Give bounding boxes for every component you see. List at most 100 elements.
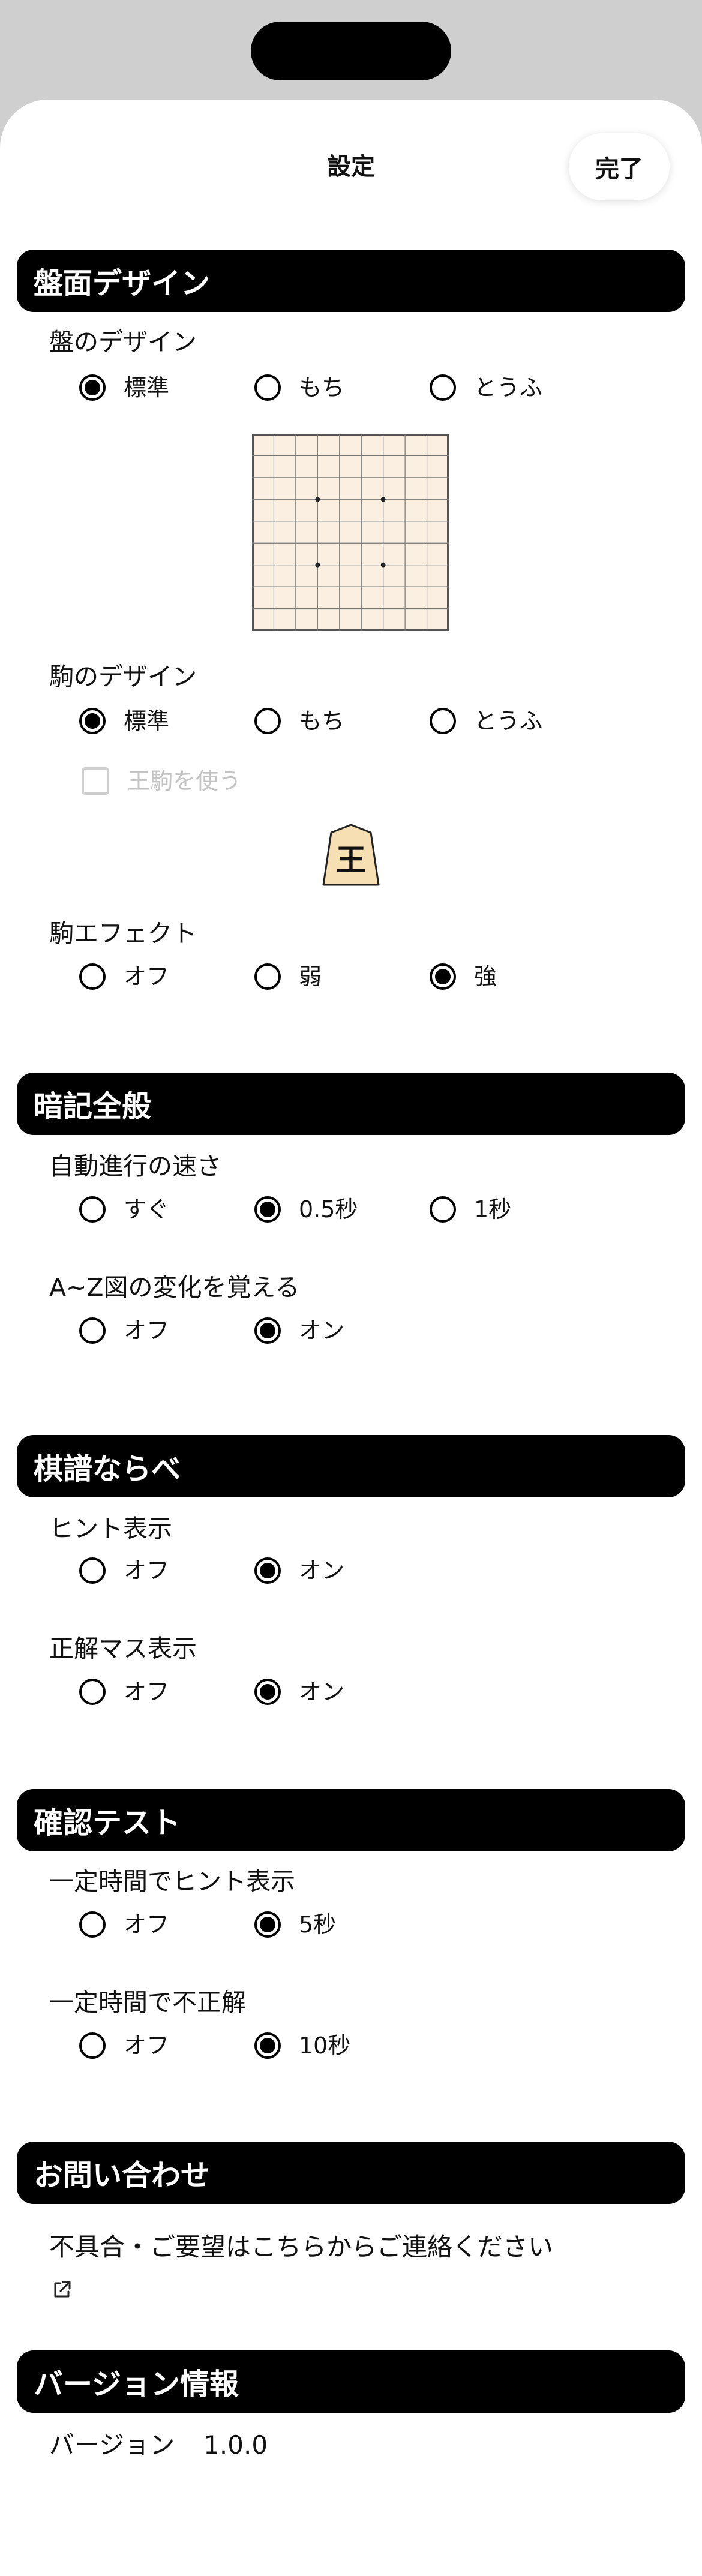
radio-label: 標準 [124,374,170,401]
radio-label: 10秒 [299,2032,351,2059]
section-header-contact: お問い合わせ [17,2142,685,2204]
radio-board-mochi[interactable]: もち [254,370,344,406]
checkbox-box [82,767,109,795]
radio-label: 5秒 [299,1911,337,1938]
radio-timed-wrong-10s[interactable]: 10秒 [254,2028,350,2064]
radio-piece-mochi[interactable]: もち [254,703,344,739]
radio-timed-wrong-off[interactable]: オフ [79,2028,169,2064]
radio-indicator [254,1679,281,1705]
radio-indicator [254,1911,281,1938]
radio-indicator [79,374,106,401]
radio-label: オフ [124,1557,170,1584]
radio-indicator [79,1557,106,1584]
board-design-label: 盤のデザイン [49,328,197,356]
done-button[interactable]: 完了 [569,133,670,200]
radio-label: すぐ [124,1196,170,1223]
section-header-memorize: 暗記全般 [17,1073,685,1135]
radio-variation-off[interactable]: オフ [79,1313,169,1349]
radio-hint-on[interactable]: オン [254,1553,344,1589]
contact-link[interactable]: 不具合・ご要望はこちらからご連絡ください [49,2229,553,2265]
radio-indicator [430,708,456,734]
radio-indicator [79,708,106,734]
hint-display-label: ヒント表示 [49,1514,172,1543]
piece-preview: 王 [322,824,380,886]
board-star-point [315,562,320,568]
radio-indicator [79,1317,106,1344]
radio-indicator [430,963,456,990]
radio-indicator [430,1196,456,1223]
radio-label: オン [299,1679,345,1705]
radio-label: 0.5秒 [299,1196,358,1223]
radio-label: とうふ [474,708,543,734]
radio-indicator [254,1557,281,1584]
radio-label: オン [299,1557,345,1584]
radio-answer-off[interactable]: オフ [79,1674,169,1710]
radio-indicator [79,1911,106,1938]
answer-square-label: 正解マス表示 [49,1634,197,1663]
radio-speed-instant[interactable]: すぐ [79,1191,169,1227]
checkbox-label: 王駒を使う [127,768,242,794]
piece-effect-label: 駒エフェクト [49,919,197,948]
radio-label: 強 [474,963,497,990]
board-star-point [315,497,320,502]
radio-label: とうふ [474,374,543,401]
radio-label: もち [299,708,345,734]
external-link-icon[interactable] [52,2280,72,2300]
section-header-version: バージョン情報 [17,2350,685,2413]
piece-design-label: 駒のデザイン [49,662,197,691]
radio-speed-one-second[interactable]: 1秒 [430,1191,511,1227]
dynamic-island [251,22,451,80]
radio-piece-tofu[interactable]: とうふ [430,703,542,739]
radio-indicator [254,963,281,990]
board-star-point [380,497,386,502]
radio-label: 標準 [124,708,170,734]
radio-board-standard[interactable]: 標準 [79,370,169,406]
radio-hint-off[interactable]: オフ [79,1553,169,1589]
radio-indicator [254,374,281,401]
radio-indicator [79,2032,106,2059]
section-header-board-design: 盤面デザイン [17,250,685,312]
version-row: バージョン 1.0.0 [49,2427,268,2463]
radio-label: 1秒 [474,1196,512,1223]
radio-indicator [254,2032,281,2059]
timed-hint-label: 一定時間でヒント表示 [49,1867,295,1896]
radio-effect-weak[interactable]: 弱 [254,959,322,995]
radio-effect-strong[interactable]: 強 [430,959,497,995]
board-preview [252,434,449,631]
radio-effect-off[interactable]: オフ [79,959,169,995]
radio-label: オン [299,1317,345,1344]
radio-indicator [430,374,456,401]
radio-label: オフ [124,1679,170,1705]
radio-label: オフ [124,963,170,990]
radio-indicator [254,708,281,734]
external-link-arrow [59,2281,71,2292]
piece-character: 王 [336,843,366,878]
king-piece-checkbox[interactable]: 王駒を使う [82,763,241,799]
radio-label: もち [299,374,345,401]
version-value: 1.0.0 [203,2430,268,2460]
radio-indicator [254,1196,281,1223]
radio-indicator [79,1679,106,1705]
auto-speed-label: 自動進行の速さ [49,1152,221,1181]
version-label: バージョン [49,2430,175,2460]
radio-label: 弱 [299,963,322,990]
radio-piece-standard[interactable]: 標準 [79,703,169,739]
board-star-point [380,562,386,568]
radio-timed-hint-5s[interactable]: 5秒 [254,1907,336,1942]
radio-timed-hint-off[interactable]: オフ [79,1907,169,1942]
board-frame [252,434,449,631]
radio-indicator [79,1196,106,1223]
radio-label: オフ [124,1911,170,1938]
radio-indicator [254,1317,281,1344]
radio-board-tofu[interactable]: とうふ [430,370,542,406]
radio-variation-on[interactable]: オン [254,1313,344,1349]
radio-speed-half-second[interactable]: 0.5秒 [254,1191,358,1227]
variation-label: A~Z図の変化を覚える [49,1273,300,1302]
section-header-kifu: 棋譜ならべ [17,1435,685,1497]
section-header-test: 確認テスト [17,1789,685,1851]
radio-label: オフ [124,2032,170,2059]
radio-label: オフ [124,1317,170,1344]
radio-answer-on[interactable]: オン [254,1674,344,1710]
timed-wrong-label: 一定時間で不正解 [49,1988,246,2017]
radio-indicator [79,963,106,990]
